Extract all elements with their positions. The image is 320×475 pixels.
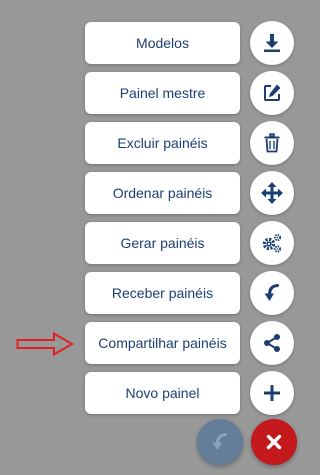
gerar-paineis-button[interactable]: Gerar painéis: [85, 222, 240, 264]
close-icon: [266, 434, 282, 450]
receber-paineis-icon-button[interactable]: [250, 271, 294, 315]
move-arrows-icon: [261, 182, 283, 204]
download-icon: [264, 34, 280, 52]
novo-painel-icon-button[interactable]: [250, 371, 294, 415]
curved-arrow-down-icon: [212, 433, 227, 450]
curved-arrow-down-icon: [264, 284, 279, 301]
modelos-button[interactable]: Modelos: [85, 22, 240, 64]
menu-item-modelos: Modelos: [85, 21, 297, 66]
excluir-paineis-icon-button[interactable]: [250, 121, 294, 165]
menu-item-receber-paineis: Receber painéis: [85, 271, 297, 316]
excluir-paineis-button[interactable]: Excluir painéis: [85, 122, 240, 164]
close-fab-button[interactable]: [251, 419, 297, 465]
trash-icon: [264, 133, 280, 153]
menu-item-compartilhar-paineis: Compartilhar painéis: [85, 321, 297, 366]
menu-item-ordenar-paineis: Ordenar painéis: [85, 171, 297, 216]
painel-mestre-button[interactable]: Painel mestre: [85, 72, 240, 114]
painel-mestre-icon-button[interactable]: [250, 71, 294, 115]
ordenar-paineis-icon-button[interactable]: [250, 171, 294, 215]
floating-action-menu: Modelos Painel mestre Excluir painéis Or…: [0, 0, 306, 475]
compartilhar-paineis-icon-button[interactable]: [250, 321, 294, 365]
receive-fab-button[interactable]: [197, 419, 243, 465]
menu-item-gerar-paineis: Gerar painéis: [85, 221, 297, 266]
pointer-arrow-icon: [16, 332, 74, 356]
edit-icon: [264, 84, 281, 101]
menu-item-excluir-paineis: Excluir painéis: [85, 121, 297, 166]
compartilhar-paineis-button[interactable]: Compartilhar painéis: [85, 322, 240, 364]
menu-item-painel-mestre: Painel mestre: [85, 71, 297, 116]
plus-icon: [264, 385, 280, 401]
share-icon: [264, 334, 280, 352]
gerar-paineis-icon-button[interactable]: [250, 221, 294, 265]
gears-icon: [262, 233, 282, 253]
receber-paineis-button[interactable]: Receber painéis: [85, 272, 240, 314]
ordenar-paineis-button[interactable]: Ordenar painéis: [85, 172, 240, 214]
menu-item-novo-painel: Novo painel: [85, 371, 297, 416]
modelos-icon-button[interactable]: [250, 21, 294, 65]
novo-painel-button[interactable]: Novo painel: [85, 372, 240, 414]
